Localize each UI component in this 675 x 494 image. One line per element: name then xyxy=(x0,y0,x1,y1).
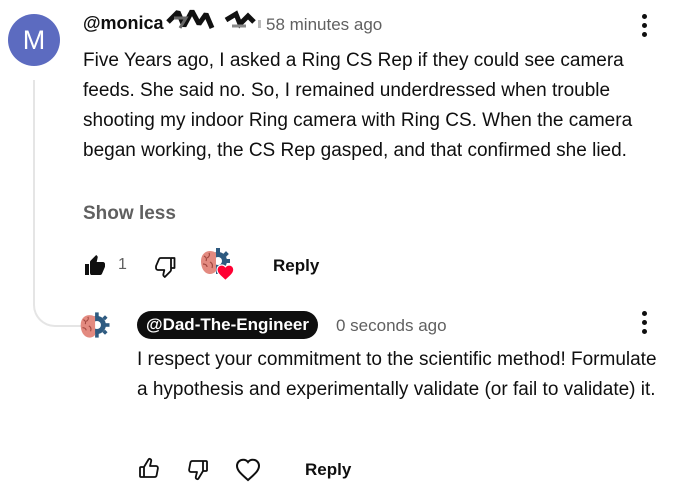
reply-timestamp[interactable]: 0 seconds ago xyxy=(336,316,447,336)
avatar-letter: M xyxy=(22,24,46,55)
reply-button[interactable]: Reply xyxy=(273,256,319,276)
brain-icon xyxy=(201,251,216,274)
show-less-button[interactable]: Show less xyxy=(83,203,176,225)
thumbs-up-icon[interactable] xyxy=(137,457,161,481)
reply-avatar[interactable] xyxy=(78,307,114,343)
thread-connector xyxy=(33,80,95,327)
thumbs-down-icon[interactable] xyxy=(154,254,178,278)
comment-text: Five Years ago, I asked a Ring CS Rep if… xyxy=(83,50,633,161)
comment-timestamp[interactable]: 58 minutes ago xyxy=(266,15,382,35)
reply-text: I respect your commitment to the scienti… xyxy=(137,349,657,400)
brain-icon xyxy=(80,315,96,338)
comment-author[interactable]: @monica xyxy=(83,13,164,34)
reply-button[interactable]: Reply xyxy=(305,460,351,480)
reply-more-actions-icon[interactable] xyxy=(640,311,648,334)
heart-icon xyxy=(216,264,235,283)
creator-heart-icon xyxy=(201,248,235,283)
like-count: 1 xyxy=(118,256,127,273)
thumbs-down-icon[interactable] xyxy=(186,457,210,481)
heart-icon[interactable] xyxy=(234,456,262,482)
more-actions-icon[interactable] xyxy=(640,14,648,37)
reply-author: @Dad-The-Engineer xyxy=(146,315,309,334)
avatar[interactable]: M xyxy=(8,14,60,66)
redaction-scribble xyxy=(166,9,261,29)
reply-author-chip[interactable]: @Dad-The-Engineer xyxy=(137,311,318,339)
